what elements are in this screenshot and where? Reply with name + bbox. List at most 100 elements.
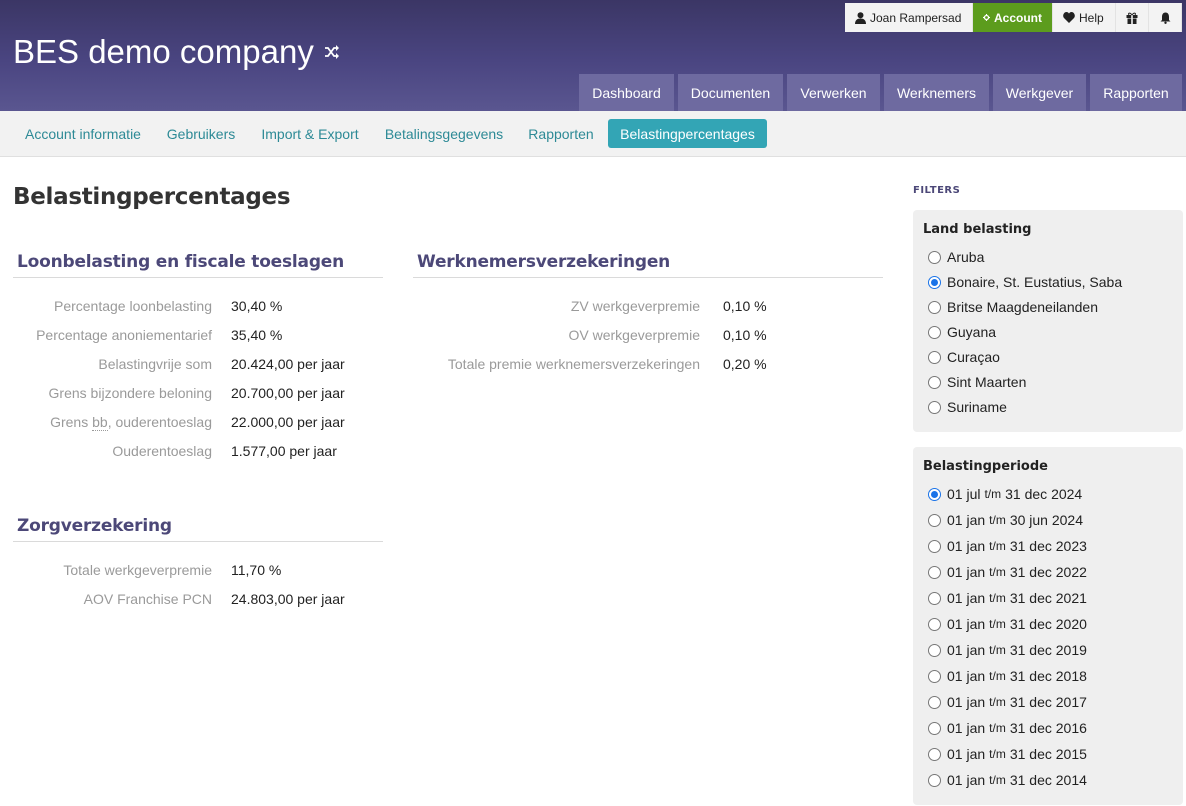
- land-option[interactable]: Sint Maarten: [928, 374, 1026, 390]
- period-separator: t/m: [984, 487, 1002, 501]
- label-prefix: Grens: [50, 414, 93, 430]
- company-title[interactable]: BES demo company: [13, 33, 340, 71]
- period-separator: t/m: [989, 617, 1006, 631]
- radio-button[interactable]: [928, 300, 941, 314]
- section-title-zorgverzekering: Zorgverzekering: [17, 516, 172, 536]
- section-title-loonbelasting: Loonbelasting en fiscale toeslagen: [17, 252, 345, 272]
- periode-option[interactable]: 01 jan t/m 31 dec 2023: [928, 538, 1087, 554]
- radio-button[interactable]: [928, 747, 941, 761]
- period-from: 01 jan: [947, 564, 986, 580]
- tab-belastingpercentages[interactable]: Belastingpercentages: [608, 119, 767, 148]
- radio-button[interactable]: [928, 565, 941, 579]
- help-label: Help: [1079, 10, 1104, 25]
- tab-account-informatie[interactable]: Account informatie: [13, 119, 153, 148]
- abbreviation-bb: bb: [92, 414, 108, 431]
- periode-option[interactable]: 01 jan t/m 31 dec 2021: [928, 590, 1087, 606]
- land-option-label: Suriname: [947, 399, 1007, 415]
- section-divider: [413, 277, 883, 278]
- tab-gebruikers[interactable]: Gebruikers: [158, 119, 244, 148]
- land-option[interactable]: Bonaire, St. Eustatius, Saba: [928, 274, 1122, 290]
- period-to: 31 dec 2023: [1009, 538, 1087, 554]
- user-menu-button[interactable]: Joan Rampersad: [845, 3, 973, 32]
- nav-verwerken[interactable]: Verwerken: [787, 74, 880, 111]
- periode-option[interactable]: 01 jan t/m 31 dec 2017: [928, 694, 1087, 710]
- period-separator: t/m: [989, 565, 1006, 579]
- gift-button[interactable]: [1116, 3, 1149, 32]
- nav-werkgever[interactable]: Werkgever: [993, 74, 1086, 111]
- radio-button[interactable]: [928, 669, 941, 683]
- period-from: 01 jan: [947, 720, 986, 736]
- period-from: 01 jan: [947, 512, 986, 528]
- period-to: 30 jun 2024: [1009, 512, 1084, 528]
- tab-import-export[interactable]: Import & Export: [250, 119, 370, 148]
- period-separator: t/m: [989, 513, 1006, 527]
- nav-werknemers[interactable]: Werknemers: [884, 74, 989, 111]
- nav-documenten[interactable]: Documenten: [678, 74, 783, 111]
- sub-nav: Account informatie Gebruikers Import & E…: [0, 111, 1186, 157]
- radio-button[interactable]: [928, 350, 941, 364]
- radio-button[interactable]: [928, 721, 941, 735]
- radio-button[interactable]: [928, 591, 941, 605]
- filters-heading: FILTERS: [913, 185, 961, 196]
- radio-button[interactable]: [928, 275, 941, 289]
- radio-button[interactable]: [928, 487, 941, 501]
- period-separator: t/m: [989, 591, 1006, 605]
- period-separator: t/m: [989, 747, 1006, 761]
- periode-option[interactable]: 01 jan t/m 31 dec 2016: [928, 720, 1087, 736]
- radio-button[interactable]: [928, 773, 941, 787]
- land-option[interactable]: Curaçao: [928, 349, 1000, 365]
- radio-button[interactable]: [928, 617, 941, 631]
- land-option[interactable]: Aruba: [928, 249, 984, 265]
- period-from: 01 jan: [947, 538, 986, 554]
- app-header: BES demo company Joan Rampersad Account …: [0, 0, 1186, 111]
- radio-button[interactable]: [928, 250, 941, 264]
- radio-button[interactable]: [928, 375, 941, 389]
- periode-option[interactable]: 01 jan t/m 31 dec 2019: [928, 642, 1087, 658]
- land-option[interactable]: Britse Maagdeneilanden: [928, 299, 1098, 315]
- period-from: 01 jan: [947, 642, 986, 658]
- radio-button[interactable]: [928, 400, 941, 414]
- gift-icon: [1126, 12, 1138, 24]
- radio-button[interactable]: [928, 695, 941, 709]
- label-grens-bijzondere-beloning: Grens bijzondere beloning: [48, 385, 212, 401]
- notifications-button[interactable]: [1149, 3, 1182, 32]
- label-belastingvrije-som: Belastingvrije som: [98, 356, 212, 372]
- radio-button[interactable]: [928, 513, 941, 527]
- help-button[interactable]: Help: [1053, 3, 1116, 32]
- switch-company-icon[interactable]: [324, 45, 340, 59]
- user-icon: [855, 11, 866, 24]
- label-rest: , ouderentoeslag: [107, 414, 212, 430]
- nav-dashboard[interactable]: Dashboard: [579, 74, 674, 111]
- company-name[interactable]: BES demo company: [13, 33, 314, 71]
- label-totale-werkgeverpremie: Totale werkgeverpremie: [63, 562, 212, 578]
- radio-button[interactable]: [928, 643, 941, 657]
- land-option-label: Curaçao: [947, 349, 1000, 365]
- periode-option[interactable]: 01 jul t/m 31 dec 2024: [928, 486, 1082, 502]
- account-button[interactable]: Account: [973, 3, 1053, 32]
- periode-option[interactable]: 01 jan t/m 31 dec 2022: [928, 564, 1087, 580]
- land-option[interactable]: Guyana: [928, 324, 996, 340]
- filter-title-periode: Belastingperiode: [923, 459, 1048, 474]
- periode-option[interactable]: 01 jan t/m 31 dec 2020: [928, 616, 1087, 632]
- periode-option[interactable]: 01 jan t/m 30 jun 2024: [928, 512, 1083, 528]
- tab-rapporten[interactable]: Rapporten: [518, 119, 604, 148]
- radio-button[interactable]: [928, 325, 941, 339]
- period-separator: t/m: [989, 643, 1006, 657]
- period-separator: t/m: [989, 721, 1006, 735]
- radio-button[interactable]: [928, 539, 941, 553]
- user-name: Joan Rampersad: [870, 10, 962, 25]
- filter-title-land: Land belasting: [923, 222, 1032, 237]
- value-aov-franchise-pcn: 24.803,00 per jaar: [231, 591, 345, 607]
- section-title-werknemersverzekeringen: Werknemersverzekeringen: [417, 252, 671, 272]
- nav-rapporten[interactable]: Rapporten: [1090, 74, 1182, 111]
- periode-option[interactable]: 01 jan t/m 31 dec 2018: [928, 668, 1087, 684]
- periode-option[interactable]: 01 jan t/m 31 dec 2014: [928, 772, 1087, 788]
- tab-betalingsgegevens[interactable]: Betalingsgegevens: [376, 119, 512, 148]
- filter-panel-land: Land belasting Aruba Bonaire, St. Eustati…: [913, 210, 1183, 432]
- period-from: 01 jan: [947, 668, 986, 684]
- section-divider: [13, 277, 383, 278]
- period-to: 31 dec 2022: [1009, 564, 1087, 580]
- land-option-label: Bonaire, St. Eustatius, Saba: [947, 274, 1123, 290]
- land-option[interactable]: Suriname: [928, 399, 1007, 415]
- periode-option[interactable]: 01 jan t/m 31 dec 2015: [928, 746, 1087, 762]
